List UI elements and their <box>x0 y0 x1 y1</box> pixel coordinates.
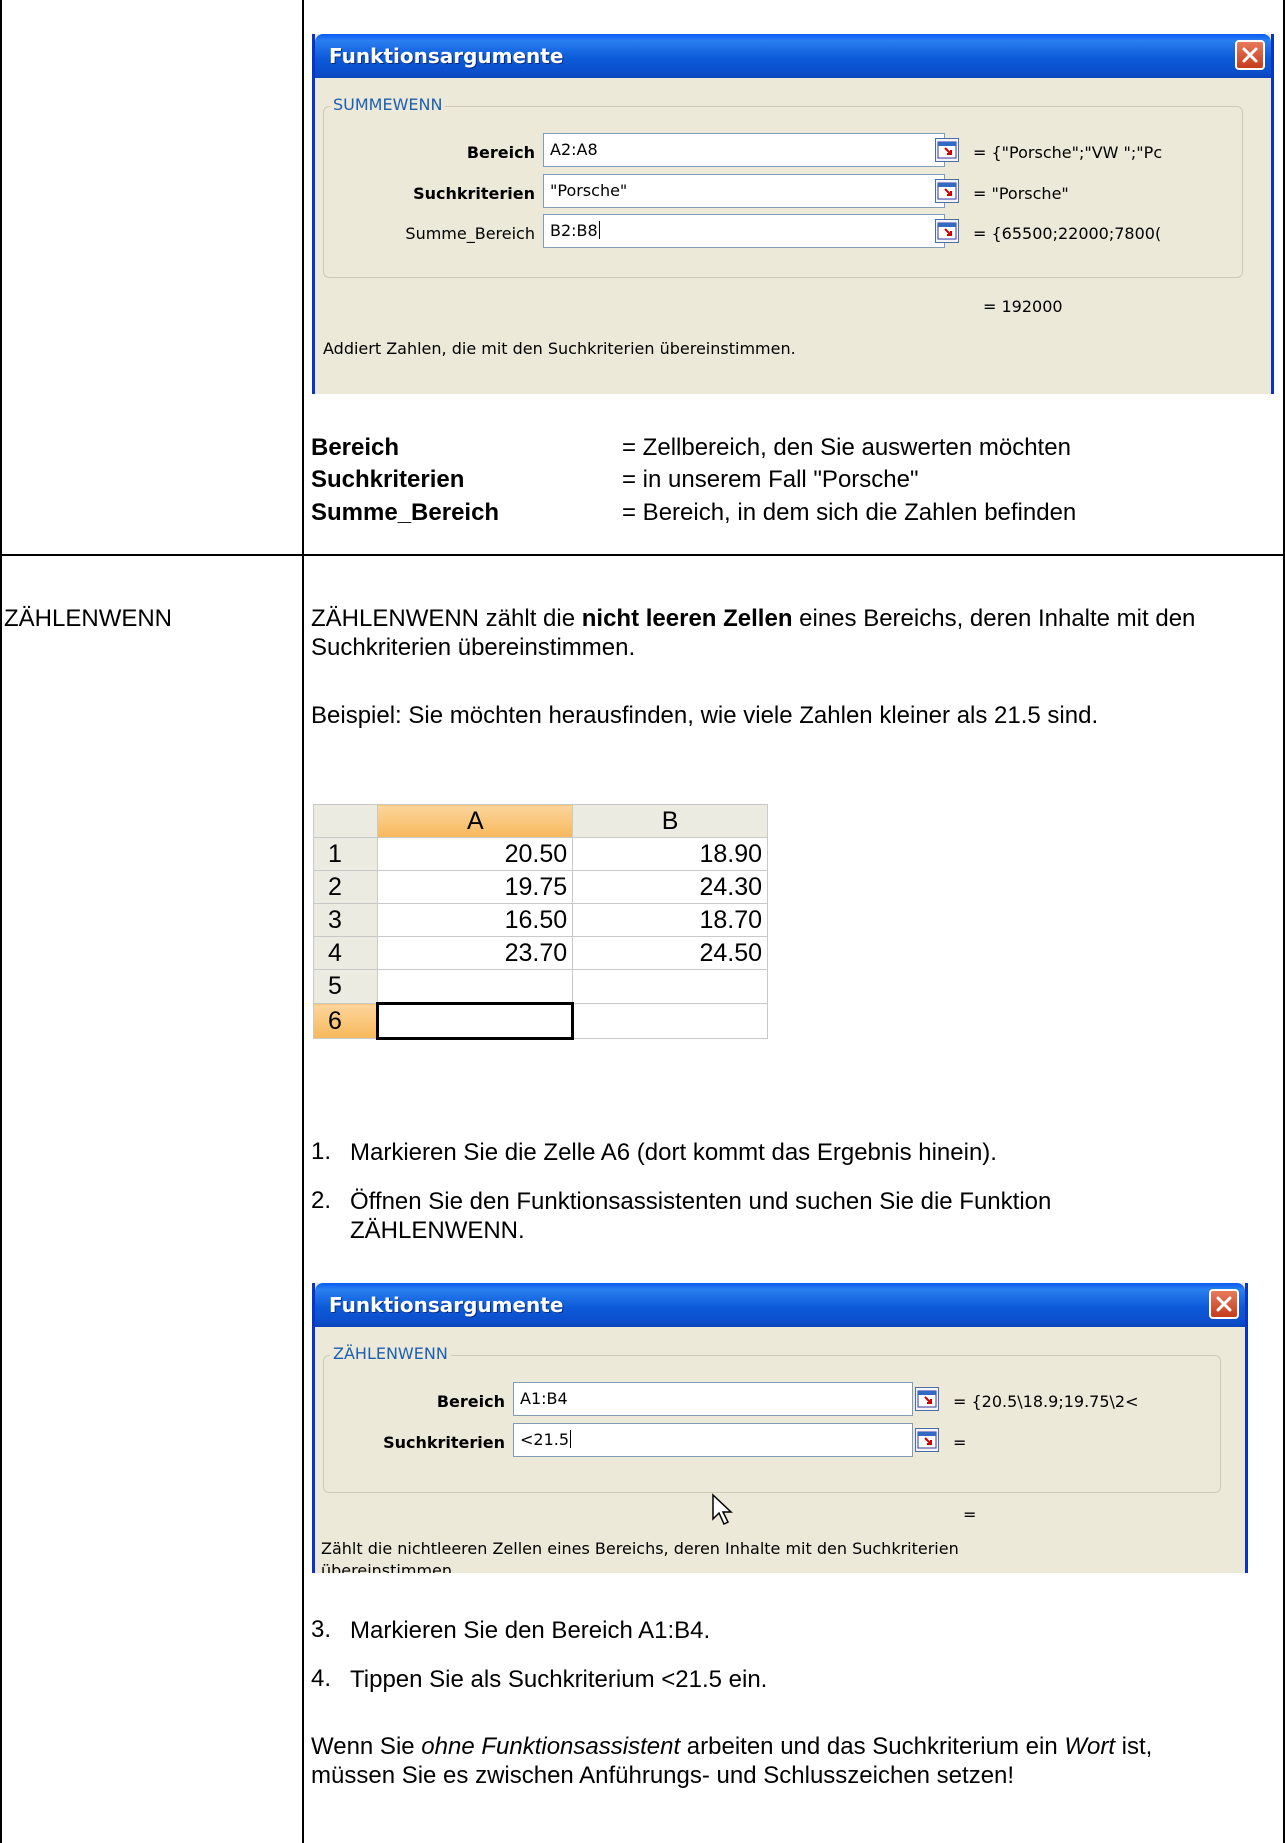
table-row: 6 <box>313 1002 768 1040</box>
arg-result-suchkriterien: = <box>953 1433 967 1452</box>
arg-input-bereich[interactable]: A1:B4 <box>513 1382 913 1416</box>
spreadsheet-grid: A B 1 20.50 18.90 2 19.75 24.30 3 16.50 … <box>313 804 768 1040</box>
closing-italic-text: ohne Funktionsassistent <box>421 1733 681 1760</box>
list-item: Tippen Sie als Suchkriterium <21.5 ein. <box>350 1666 768 1693</box>
mouse-pointer-icon <box>712 1493 733 1526</box>
table-left-border <box>0 0 2 1843</box>
column-header-a[interactable]: A <box>377 804 574 838</box>
select-all-corner[interactable] <box>313 804 379 838</box>
collapse-dialog-icon[interactable] <box>935 138 959 162</box>
cell[interactable]: 16.50 <box>377 903 574 937</box>
list-item-number: 3. <box>311 1616 332 1643</box>
arg-label-bereich: Bereich <box>436 1392 505 1411</box>
example-text: Beispiel: Sie möchten herausfinden, wie … <box>311 702 1099 729</box>
active-cell[interactable] <box>376 1002 575 1040</box>
closing-text: arbeiten und das Suchkriterium ein <box>680 1733 1065 1760</box>
function-description: Addiert Zahlen, die mit den Suchkriterie… <box>323 339 796 358</box>
table-column-divider <box>302 0 304 1843</box>
spreadsheet-excerpt: A B 1 20.50 18.90 2 19.75 24.30 3 16.50 … <box>313 804 768 1099</box>
function-arguments-dialog-countif: Funktionsargumente ZÄHLENWENN Bereich A1… <box>312 1283 1248 1573</box>
row-header[interactable]: 4 <box>313 936 379 970</box>
intro-bold-text: nicht leeren Zellen <box>581 605 793 632</box>
table-row: 3 16.50 18.70 <box>313 903 768 937</box>
text-caret <box>570 1430 572 1448</box>
list-item: Markieren Sie den Bereich A1:B4. <box>350 1617 711 1644</box>
arg-label-bereich: Bereich <box>466 143 535 162</box>
arg-result-suchkriterien: = "Porsche" <box>973 184 1069 203</box>
list-item: Markieren Sie die Zelle A6 (dort kommt d… <box>350 1139 997 1166</box>
dialog-title: Funktionsargumente <box>329 1293 564 1317</box>
definition-term: Bereich <box>311 434 400 461</box>
column-header-row: A B <box>313 804 768 838</box>
row-header[interactable]: 6 <box>313 1003 379 1039</box>
cell[interactable] <box>572 969 768 1004</box>
dialog-titlebar[interactable]: Funktionsargumente <box>315 34 1271 78</box>
cell[interactable]: 23.70 <box>377 936 574 970</box>
arg-input-summe-bereich[interactable]: B2:B8 <box>543 214 945 248</box>
row-header[interactable]: 3 <box>313 903 379 937</box>
intro-text: ZÄHLENWENN zählt die <box>311 605 582 632</box>
definition-term: Summe_Bereich <box>311 499 500 526</box>
arg-label-suchkriterien: Suchkriterien <box>383 1433 505 1452</box>
cell[interactable]: 24.50 <box>572 936 768 970</box>
table-row: 5 <box>313 969 768 1004</box>
arg-result-bereich: = {"Porsche";"VW ";"Pc <box>973 143 1163 162</box>
close-icon[interactable] <box>1209 1289 1239 1319</box>
cell[interactable] <box>572 1003 768 1039</box>
arg-input-value: <21.5 <box>520 1430 570 1449</box>
function-description-continued: übereinstimmen. <box>321 1561 458 1573</box>
section-intro: ZÄHLENWENN zählt die nicht leeren Zellen… <box>311 604 1251 662</box>
table-row: 4 23.70 24.50 <box>313 936 768 970</box>
row-header[interactable]: 1 <box>313 837 379 871</box>
formula-result: = <box>963 1505 977 1524</box>
list-item: Öffnen Sie den Funktionsassistenten und … <box>350 1188 1052 1244</box>
section-label: ZÄHLENWENN <box>4 605 173 632</box>
collapse-dialog-icon[interactable] <box>915 1387 939 1411</box>
definition-description: = Zellbereich, den Sie auswerten möchten <box>622 434 1071 461</box>
cell[interactable]: 18.70 <box>572 903 768 937</box>
table-row-divider <box>0 554 1285 556</box>
definition-description: = in unserem Fall "Porsche" <box>622 466 919 493</box>
definition-description: = Bereich, in dem sich die Zahlen befind… <box>622 499 1077 526</box>
formula-result: = 192000 <box>983 297 1063 316</box>
arg-input-bereich[interactable]: A2:A8 <box>543 133 945 167</box>
arg-input-suchkriterien[interactable]: "Porsche" <box>543 174 945 208</box>
cell[interactable] <box>377 969 574 1004</box>
arg-result-bereich: = {20.5\18.9;19.75\2< <box>953 1392 1139 1411</box>
group-legend: SUMMEWENN <box>330 95 446 114</box>
cell[interactable]: 19.75 <box>377 870 574 904</box>
dialog-title: Funktionsargumente <box>329 44 564 68</box>
list-item-number: 4. <box>311 1665 332 1692</box>
cell[interactable]: 18.90 <box>572 837 768 871</box>
arg-label-suchkriterien: Suchkriterien <box>413 184 535 203</box>
group-legend: ZÄHLENWENN <box>330 1344 451 1363</box>
table-row: 1 20.50 18.90 <box>313 837 768 871</box>
collapse-dialog-icon[interactable] <box>935 219 959 243</box>
closing-paragraph: Wenn Sie ohne Funktionsassistent arbeite… <box>311 1732 1241 1790</box>
row-header[interactable]: 5 <box>313 969 379 1004</box>
table-row: 2 19.75 24.30 <box>313 870 768 904</box>
arg-label-summe-bereich: Summe_Bereich <box>405 224 535 243</box>
dialog-titlebar[interactable]: Funktionsargumente <box>315 1283 1245 1327</box>
cell[interactable]: 20.50 <box>377 837 574 871</box>
row-header[interactable]: 2 <box>313 870 379 904</box>
function-description: Zählt die nichtleeren Zellen eines Berei… <box>321 1539 959 1558</box>
cell[interactable]: 24.30 <box>572 870 768 904</box>
arg-input-suchkriterien[interactable]: <21.5 <box>513 1423 913 1457</box>
list-item-number: 2. <box>311 1187 332 1214</box>
closing-text: Wenn Sie <box>311 1733 422 1760</box>
arg-input-value: B2:B8 <box>550 221 598 240</box>
list-item-number: 1. <box>311 1138 332 1165</box>
definition-term: Suchkriterien <box>311 466 465 493</box>
collapse-dialog-icon[interactable] <box>915 1428 939 1452</box>
collapse-dialog-icon[interactable] <box>935 179 959 203</box>
column-header-b[interactable]: B <box>572 804 768 838</box>
text-caret <box>598 221 600 239</box>
closing-italic-text: Wort <box>1064 1733 1116 1760</box>
close-icon[interactable] <box>1235 40 1265 70</box>
function-arguments-dialog-sumif: Funktionsargumente SUMMEWENN Bereich A2:… <box>312 34 1274 394</box>
arg-result-summe-bereich: = {65500;22000;7800( <box>973 224 1162 243</box>
